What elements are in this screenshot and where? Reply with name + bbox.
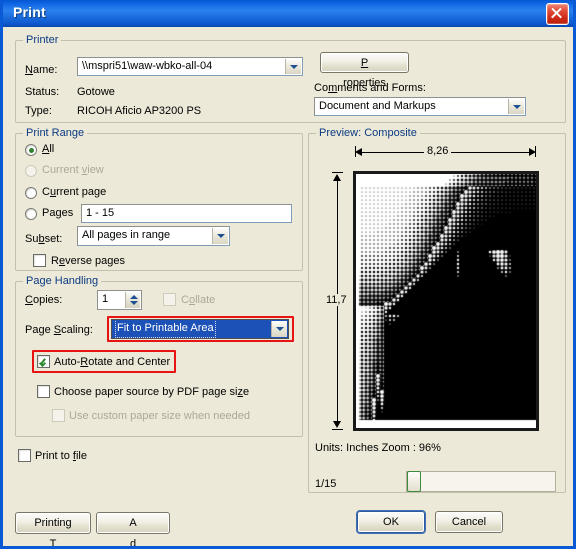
auto-rotate-label: Auto-Rotate and Center xyxy=(54,356,171,368)
auto-rotate-checkbox[interactable] xyxy=(37,355,50,368)
preview-width-tick-right xyxy=(535,146,536,157)
printer-group-legend: Printer xyxy=(23,34,62,46)
printer-name-label: Name: xyxy=(25,64,58,76)
copies-stepper-buttons[interactable] xyxy=(125,292,140,308)
printer-status-value: Gotowe xyxy=(77,86,115,98)
preview-width-value: 8,26 xyxy=(424,145,452,157)
preview-height-arrow-up xyxy=(333,174,341,181)
printer-status-label: Status: xyxy=(25,86,60,98)
printer-name-combo[interactable]: \\mspri51\waw-wbko-all-04 xyxy=(77,57,303,76)
chevron-up-icon[interactable] xyxy=(130,295,138,299)
reverse-pages-label: Reverse pages xyxy=(51,255,126,267)
page-scaling-label: Page Scaling: xyxy=(25,324,93,336)
comments-forms-value: Document and Markups xyxy=(319,100,436,112)
preview-page-frame xyxy=(353,171,539,431)
page-slider-track[interactable] xyxy=(406,471,556,492)
ok-button[interactable]: OK xyxy=(357,511,425,533)
advanced-label: Advanced xyxy=(129,517,137,549)
ok-label: OK xyxy=(383,516,399,528)
printer-name-value: \\mspri51\waw-wbko-all-04 xyxy=(82,60,213,72)
preview-height-arrow-down xyxy=(333,421,341,428)
preview-units-zoom: Units: Inches Zoom : 96% xyxy=(315,442,441,454)
preview-height-tick-bottom xyxy=(332,429,343,430)
comments-forms-combo[interactable]: Document and Markups xyxy=(314,97,526,116)
subset-combo[interactable]: All pages in range xyxy=(77,226,230,246)
radio-current-view-label: Current view xyxy=(42,164,104,176)
print-to-file-label: Print to file xyxy=(35,450,87,462)
radio-pages[interactable] xyxy=(25,208,37,220)
radio-all[interactable] xyxy=(25,144,37,156)
preview-page-image xyxy=(356,174,536,428)
printer-type-label: Type: xyxy=(25,105,52,117)
chevron-down-icon[interactable] xyxy=(130,301,138,305)
print-dialog: Print Printer Name: \\mspri51\waw-wbko-a… xyxy=(0,0,576,549)
copies-value: 1 xyxy=(102,293,109,305)
chevron-down-icon[interactable] xyxy=(508,99,524,114)
chevron-down-icon[interactable] xyxy=(285,59,301,74)
radio-current-page[interactable] xyxy=(25,187,37,199)
collate-checkbox[interactable] xyxy=(163,293,176,306)
page-scaling-combo[interactable]: Fit to Printable Area xyxy=(111,319,289,339)
comments-forms-label: Comments and Forms: xyxy=(314,82,426,94)
window-title: Print xyxy=(13,4,46,20)
page-counter: 1/15 xyxy=(315,478,337,490)
cancel-button[interactable]: Cancel xyxy=(435,511,503,533)
chevron-down-icon[interactable] xyxy=(212,228,228,244)
preview-width-tick-left xyxy=(355,146,356,157)
subset-label: Subset: xyxy=(25,233,63,245)
choose-paper-source-label: Choose paper source by PDF page size xyxy=(54,386,250,398)
printer-type-value: RICOH Aficio AP3200 PS xyxy=(77,105,202,117)
radio-current-view[interactable] xyxy=(25,165,37,177)
advanced-button[interactable]: Advanced xyxy=(96,512,170,546)
pages-input[interactable]: 1 - 15 xyxy=(81,204,292,223)
collate-label: Collate xyxy=(181,294,216,306)
radio-all-label: All xyxy=(42,143,55,155)
print-range-group-legend: Print Range xyxy=(23,127,88,139)
page-slider-thumb[interactable] xyxy=(407,471,421,492)
copies-label: Copies: xyxy=(25,294,63,306)
choose-paper-source-checkbox[interactable] xyxy=(37,385,50,398)
subset-value: All pages in range xyxy=(82,229,171,241)
radio-pages-label: Pages xyxy=(42,207,74,219)
close-icon[interactable] xyxy=(546,3,569,25)
custom-paper-size-checkbox[interactable] xyxy=(52,409,65,422)
print-range-group: Print Range xyxy=(15,127,303,271)
page-handling-group-legend: Page Handling xyxy=(23,275,102,287)
preview-height-value: 11,7 xyxy=(323,294,350,306)
copies-stepper[interactable]: 1 xyxy=(97,290,142,310)
preview-group-legend: Preview: Composite xyxy=(316,127,420,139)
print-to-file-checkbox[interactable] xyxy=(18,449,31,462)
printing-tips-label: Printing Tips xyxy=(34,517,72,549)
custom-paper-size-label: Use custom paper size when needed xyxy=(69,410,250,422)
cancel-label: Cancel xyxy=(451,516,487,528)
properties-button[interactable]: Properties xyxy=(320,52,409,89)
reverse-pages-checkbox[interactable] xyxy=(33,254,46,267)
radio-current-page-label: Current page xyxy=(42,186,107,198)
chevron-down-icon[interactable] xyxy=(271,321,287,337)
printing-tips-button[interactable]: Printing Tips xyxy=(15,512,91,546)
preview-width-arrow-left xyxy=(355,148,362,156)
title-bar: Print xyxy=(3,0,573,27)
preview-height-tick-top xyxy=(332,172,343,173)
page-scaling-value: Fit to Printable Area xyxy=(115,320,216,338)
